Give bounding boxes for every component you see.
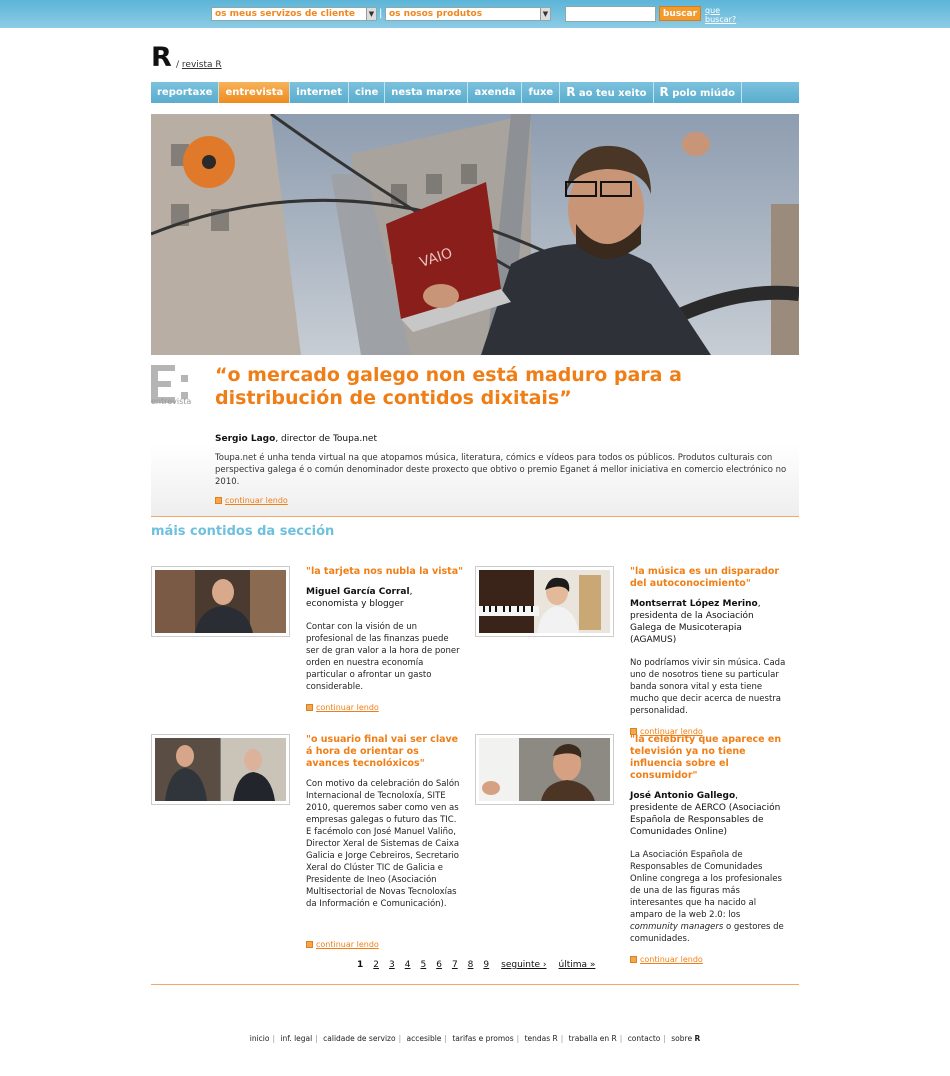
r-logo-icon: R — [694, 1034, 701, 1043]
brand-logo[interactable]: R — [151, 44, 172, 71]
article-continue-link[interactable]: continuar lendo — [630, 955, 788, 965]
services-select-value: os meus servizos de cliente — [215, 9, 355, 19]
page-link[interactable]: 6 — [436, 960, 442, 970]
continue-label: continuar lendo — [316, 703, 379, 712]
author-name: Miguel García Corral — [306, 587, 410, 597]
article-photo — [479, 570, 610, 633]
products-select-value: os nosos produtos — [389, 9, 483, 19]
last-page-link[interactable]: última » — [559, 960, 596, 970]
article-thumbnail[interactable] — [151, 566, 290, 637]
nav-item-polo-miudo[interactable]: R polo miúdo — [654, 82, 743, 103]
nav-item-label: polo miúdo — [672, 88, 736, 99]
feature-title[interactable]: “o mercado galego non está maduro para a… — [215, 364, 775, 410]
article-author: Miguel García Corral, economista y blogg… — [306, 586, 464, 610]
nav-item-cine[interactable]: cine — [349, 82, 386, 103]
footer-link-about[interactable]: sobre R — [671, 1034, 700, 1043]
nav-item-fuxe[interactable]: fuxe — [522, 82, 561, 103]
page-link[interactable]: 4 — [405, 960, 411, 970]
breadcrumb-link[interactable]: revista R — [182, 60, 222, 70]
bullet-icon — [306, 941, 313, 948]
article-title[interactable]: "o usuario final vai ser clave á hora de… — [306, 734, 464, 770]
footer-link-label: sobre — [671, 1034, 693, 1043]
next-page-link[interactable]: seguinte › — [501, 960, 546, 970]
bullet-icon — [306, 704, 313, 711]
r-logo-icon: R — [659, 85, 669, 99]
continue-label: continuar lendo — [225, 496, 288, 505]
article-photo — [155, 738, 286, 801]
article-continue-link[interactable]: continuar lendo — [306, 703, 464, 713]
r-logo-icon: R — [566, 85, 576, 99]
page-link[interactable]: 9 — [483, 960, 489, 970]
footer-links: inicio | inf. legal | calidade de servizo |… — [249, 1034, 701, 1043]
page-link[interactable]: 7 — [452, 960, 458, 970]
search-input[interactable] — [565, 6, 656, 22]
continue-label: continuar lendo — [640, 955, 703, 964]
summary-emphasis: community managers — [630, 922, 724, 932]
bullet-icon — [630, 956, 637, 963]
footer-link-contact[interactable]: contacto — [628, 1034, 661, 1043]
article-summary: La Asociación Española de Responsables d… — [630, 849, 788, 945]
footer-link-stores[interactable]: tendas R — [525, 1034, 558, 1043]
section-nav: reportaxe entrevista internet cine nesta… — [151, 82, 799, 103]
nav-item-internet[interactable]: internet — [290, 82, 349, 103]
article-photo — [479, 738, 610, 801]
search-help-link[interactable]: que buscar? — [705, 6, 739, 24]
section-heading: máis contidos da sección — [151, 524, 335, 539]
feature-article: entrevista “o mercado galego non está ma… — [151, 355, 799, 517]
nav-item-reportaxe[interactable]: reportaxe — [151, 82, 220, 103]
nav-item-entrevista[interactable]: entrevista — [219, 82, 291, 103]
bullet-icon — [215, 497, 222, 504]
summary-text: La Asociación Española de Responsables d… — [630, 850, 782, 920]
article-author: Montserrat López Merino, presidenta de l… — [630, 598, 788, 646]
article-photo — [155, 570, 286, 633]
author-name: Sergio Lago — [215, 434, 276, 444]
article-thumbnail[interactable] — [475, 566, 614, 637]
feature-continue-link[interactable]: continuar lendo — [215, 496, 288, 506]
page-link[interactable]: 5 — [420, 960, 426, 970]
continue-label: continuar lendo — [316, 940, 379, 949]
footer-link-quality[interactable]: calidade de servizo — [323, 1034, 395, 1043]
article-title[interactable]: "la tarjeta nos nubla la vista" — [306, 566, 464, 578]
article-title[interactable]: "la música es un disparador del autocono… — [630, 566, 788, 590]
article-thumbnail[interactable] — [475, 734, 614, 805]
page-link[interactable]: 3 — [389, 960, 395, 970]
hero-illustration: VAIO — [151, 114, 799, 355]
author-name: José Antonio Gallego — [630, 791, 736, 801]
article-title[interactable]: "la celebrity que aparece en televisión … — [630, 734, 788, 782]
footer-link-jobs[interactable]: traballa en R — [569, 1034, 617, 1043]
page-link[interactable]: 8 — [468, 960, 474, 970]
nav-item-nesta-marxe[interactable]: nesta marxe — [385, 82, 469, 103]
footer-link-inicio[interactable]: inicio — [250, 1034, 270, 1043]
article-summary: Con motivo da celebración do Salón Inter… — [306, 779, 460, 909]
author-name: Montserrat López Merino — [630, 599, 758, 609]
nav-item-axenda[interactable]: axenda — [468, 82, 523, 103]
chevron-down-icon: ▼ — [540, 8, 550, 20]
article-thumbnail[interactable] — [151, 734, 290, 805]
nav-item-ao-teu-xeito[interactable]: R ao teu xeito — [560, 82, 654, 103]
divider: | — [379, 8, 383, 19]
article-summary: No podríamos vivir sin música. Cada uno … — [630, 658, 786, 716]
feature-summary: Toupa.net é unha tenda virtual na que at… — [215, 453, 787, 487]
article-summary: Contar con la visión de un profesional d… — [306, 622, 460, 692]
author-role: , director de Toupa.net — [275, 434, 377, 444]
pagination: 1 2 3 4 5 6 7 8 9 seguinte › última » — [357, 960, 605, 970]
footer-link-tariffs[interactable]: tarifas e promos — [452, 1034, 513, 1043]
products-select[interactable]: os nosos produtos ▼ — [385, 7, 551, 21]
footer-link-legal[interactable]: inf. legal — [280, 1034, 312, 1043]
badge-label: entrevista — [151, 397, 192, 406]
page-link[interactable]: 2 — [373, 960, 379, 970]
services-select[interactable]: os meus servizos de cliente ▼ — [211, 7, 377, 21]
hero-photo[interactable]: VAIO — [151, 114, 799, 355]
footer-link-accessible[interactable]: accesible — [407, 1034, 442, 1043]
divider — [151, 984, 799, 985]
top-bar: os meus servizos de cliente ▼ | os nosos… — [0, 0, 950, 28]
search-button[interactable]: buscar — [659, 6, 701, 21]
chevron-down-icon: ▼ — [366, 8, 376, 20]
feature-author: Sergio Lago, director de Toupa.net — [215, 434, 377, 444]
nav-item-label: ao teu xeito — [578, 88, 647, 99]
breadcrumb: / revista R — [176, 60, 222, 70]
article-continue-link[interactable]: continuar lendo — [306, 940, 464, 950]
page-link-current: 1 — [357, 960, 364, 970]
article-author: José Antonio Gallego, presidente de AERC… — [630, 790, 788, 838]
